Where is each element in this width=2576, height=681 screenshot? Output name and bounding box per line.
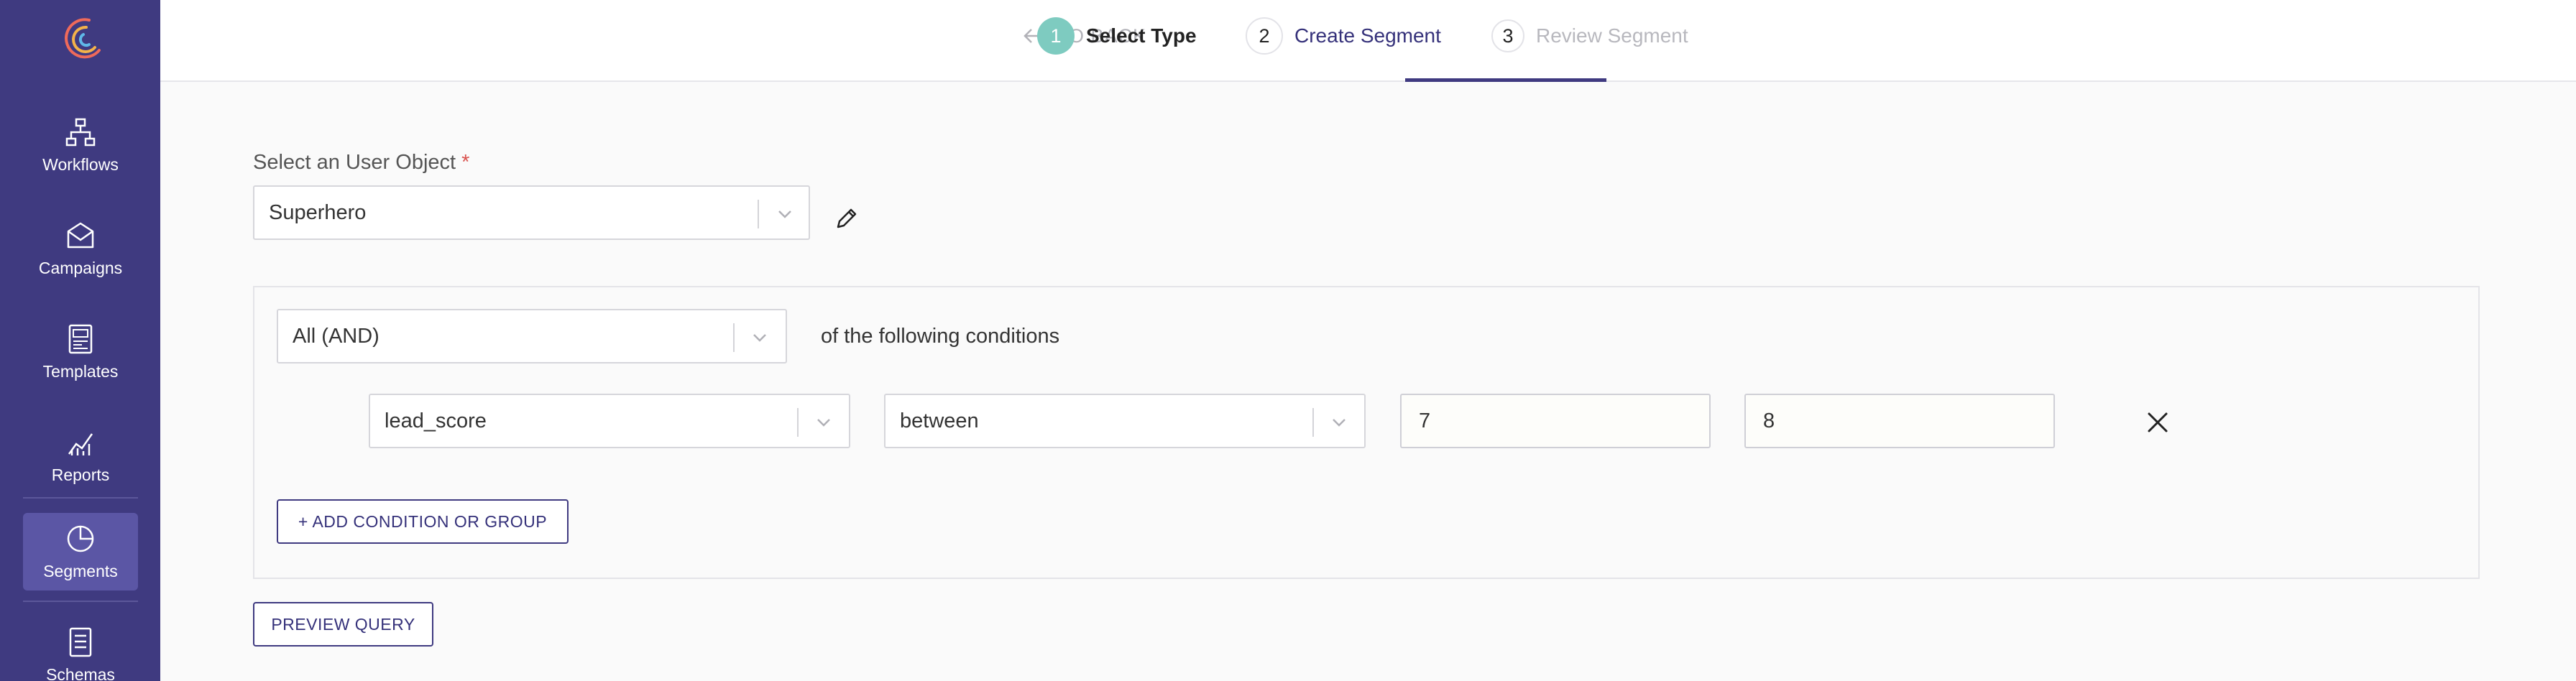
- chevron-down-icon[interactable]: [775, 204, 795, 224]
- condition-operator-value: between: [900, 409, 979, 432]
- step-select-type[interactable]: 1 Select Type: [1037, 16, 1197, 56]
- step-number: 2: [1246, 17, 1283, 55]
- step-number: 1: [1037, 17, 1075, 55]
- user-object-select[interactable]: Superhero: [253, 185, 810, 240]
- chevron-down-icon[interactable]: [1329, 412, 1349, 432]
- active-step-indicator: [1405, 78, 1606, 82]
- user-object-value: Superhero: [269, 200, 367, 224]
- chart-icon: [68, 433, 93, 455]
- sidebar: Workflows Campaigns Templates Reports Se…: [0, 0, 160, 681]
- sidebar-item-schemas[interactable]: Schemas: [23, 616, 138, 681]
- document-icon: [69, 627, 92, 657]
- workflow-icon: [65, 118, 96, 147]
- select-divider: [733, 323, 735, 352]
- sidebar-divider: [23, 601, 138, 602]
- preview-query-button[interactable]: PREVIEW QUERY: [253, 602, 433, 647]
- user-object-label-text: Select an User Object: [253, 151, 456, 174]
- condition-value-to-input[interactable]: 8: [1744, 394, 2055, 448]
- sidebar-item-label: Reports: [51, 465, 110, 484]
- condition-value-to: 8: [1763, 409, 1775, 432]
- chevron-down-icon[interactable]: [750, 328, 770, 348]
- step-review-segment[interactable]: 3 Review Segment: [1491, 16, 1688, 56]
- edit-pencil-icon[interactable]: [834, 205, 860, 231]
- sidebar-item-label: Schemas: [46, 665, 115, 681]
- select-divider: [1312, 408, 1314, 437]
- match-type-value: All (AND): [293, 324, 380, 348]
- step-label: Create Segment: [1294, 24, 1441, 47]
- step-label: Select Type: [1086, 24, 1197, 47]
- condition-value-from: 7: [1419, 409, 1431, 432]
- envelope-icon: [67, 222, 94, 249]
- condition-field-value: lead_score: [385, 409, 487, 432]
- match-type-select[interactable]: All (AND): [277, 309, 787, 363]
- sidebar-divider: [23, 497, 138, 499]
- user-object-label: Select an User Object *: [253, 151, 469, 175]
- sidebar-item-label: Segments: [43, 562, 118, 580]
- step-label: Review Segment: [1536, 24, 1688, 47]
- step-create-segment[interactable]: 2 Create Segment: [1246, 16, 1441, 56]
- sidebar-item-label: Workflows: [42, 155, 119, 174]
- condition-operator-select[interactable]: between: [884, 394, 1366, 448]
- step-number: 3: [1491, 19, 1524, 52]
- condition-value-from-input[interactable]: 7: [1400, 394, 1711, 448]
- select-divider: [758, 200, 759, 228]
- stepper-header: GO BACK 1 Select Type 2 Create Segment 3…: [160, 0, 2576, 82]
- sidebar-item-campaigns[interactable]: Campaigns: [23, 210, 138, 287]
- sidebar-item-templates[interactable]: Templates: [23, 313, 138, 391]
- app-logo[interactable]: [58, 14, 104, 65]
- chevron-down-icon[interactable]: [814, 412, 834, 432]
- sidebar-item-label: Campaigns: [38, 259, 123, 277]
- sidebar-item-reports[interactable]: Reports: [23, 417, 138, 494]
- pie-icon: [67, 525, 94, 552]
- template-icon: [68, 324, 93, 354]
- remove-condition-icon[interactable]: [2145, 409, 2171, 435]
- sidebar-item-label: Templates: [42, 362, 119, 381]
- add-condition-button[interactable]: + ADD CONDITION OR GROUP: [277, 499, 569, 544]
- sidebar-item-segments[interactable]: Segments: [23, 513, 138, 590]
- required-marker: *: [461, 151, 470, 174]
- sidebar-item-workflows[interactable]: Workflows: [23, 106, 138, 184]
- condition-field-select[interactable]: lead_score: [369, 394, 850, 448]
- select-divider: [797, 408, 799, 437]
- conditions-suffix: of the following conditions: [821, 325, 1060, 348]
